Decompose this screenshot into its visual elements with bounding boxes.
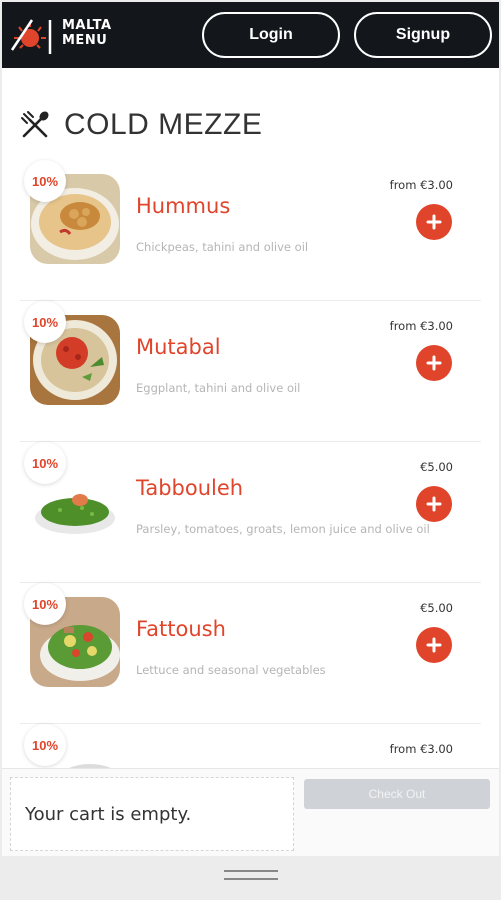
plus-icon: [426, 637, 442, 653]
add-to-cart-button[interactable]: [416, 486, 452, 522]
discount-badge: 10%: [24, 724, 66, 766]
plus-icon: [426, 214, 442, 230]
cart-bar: Your cart is empty. Check Out: [2, 768, 499, 856]
item-price: €5.00: [420, 601, 453, 615]
menu-item-fattoush[interactable]: 10% Fattoush Lettuce and seasonal vegeta…: [2, 583, 499, 724]
item-description: Lettuce and seasonal vegetables: [136, 663, 326, 677]
item-name[interactable]: Tabbouleh: [136, 476, 243, 500]
drag-handle-icon[interactable]: [224, 870, 278, 880]
login-button[interactable]: Login: [202, 12, 340, 58]
item-price: from €3.00: [389, 742, 453, 756]
menu-content[interactable]: COLD MEZZE 10% Hummus Chickpeas, tahini …: [2, 68, 499, 768]
logo-line-1: MALTA: [62, 18, 112, 33]
discount-badge: 10%: [24, 583, 66, 625]
discount-badge: 10%: [24, 301, 66, 343]
item-description: Eggplant, tahini and olive oil: [136, 381, 301, 395]
bottom-sheet-bar: [2, 856, 499, 898]
logo-sun-icon: [10, 19, 52, 54]
discount-badge: 10%: [24, 160, 66, 202]
plus-icon: [426, 355, 442, 371]
section-heading: COLD MEZZE: [20, 108, 262, 142]
checkout-button[interactable]: Check Out: [304, 779, 490, 809]
section-title: COLD MEZZE: [64, 108, 263, 141]
discount-badge: 10%: [24, 442, 66, 484]
cart-summary: Your cart is empty.: [10, 777, 294, 851]
logo-line-2: MENU: [62, 33, 108, 48]
menu-item-partial[interactable]: 10% from €3.00: [2, 724, 499, 768]
item-name[interactable]: Fattoush: [136, 617, 226, 641]
item-description: Chickpeas, tahini and olive oil: [136, 240, 309, 254]
add-to-cart-button[interactable]: [416, 345, 452, 381]
menu-item-tabbouleh[interactable]: 10% Tabbouleh Parsley, tomatoes, groats,…: [2, 442, 499, 583]
add-to-cart-button[interactable]: [416, 204, 452, 240]
top-header: MALTA MENU Login Signup: [2, 2, 499, 68]
plus-icon: [426, 496, 442, 512]
item-price: from €3.00: [389, 178, 453, 192]
logo-text: MALTA MENU: [62, 18, 112, 48]
item-description: Parsley, tomatoes, groats, lemon juice a…: [136, 522, 430, 536]
item-price: €5.00: [420, 460, 453, 474]
item-name[interactable]: Hummus: [136, 194, 230, 218]
menu-item-hummus[interactable]: 10% Hummus Chickpeas, tahini and olive o…: [2, 160, 499, 301]
menu-item-mutabal[interactable]: 10% Mutabal Eggplant, tahini and olive o…: [2, 301, 499, 442]
item-name[interactable]: Mutabal: [136, 335, 221, 359]
malta-menu-logo[interactable]: MALTA MENU: [10, 14, 112, 58]
item-price: from €3.00: [389, 319, 453, 333]
signup-button[interactable]: Signup: [354, 12, 492, 58]
utensils-icon: [21, 111, 49, 138]
app-frame: MALTA MENU Login Signup COLD MEZZE 10% H…: [0, 0, 501, 900]
add-to-cart-button[interactable]: [416, 627, 452, 663]
